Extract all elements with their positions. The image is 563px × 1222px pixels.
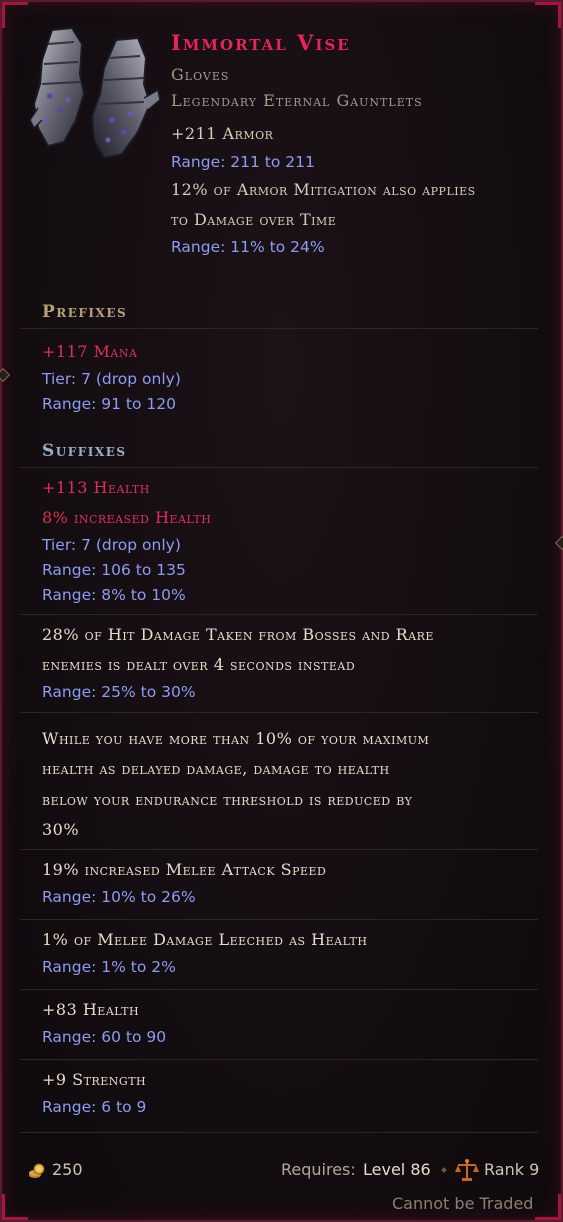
divider [20, 614, 538, 615]
legendary-mod-text: health as delayed damage, damage to heal… [42, 759, 390, 778]
requires-label: Requires: [281, 1160, 356, 1179]
frame-gem-icon [554, 535, 563, 551]
gold-coin-icon [29, 1163, 45, 1178]
legendary-mod-range: Range: 10% to 26% [42, 888, 196, 906]
item-rarity-base: Legendary Eternal Gauntlets [171, 91, 423, 110]
divider [20, 328, 538, 329]
item-tooltip: Immortal Vise Gloves Legendary Eternal G… [0, 0, 563, 1222]
frame-gem-icon [0, 367, 11, 383]
legendary-mod-range: Range: 6 to 9 [42, 1098, 147, 1116]
prefix-affix: +117 Mana [42, 342, 138, 361]
implicit-range: Range: 211 to 211 [171, 153, 315, 171]
trade-status: Cannot be Traded [392, 1194, 534, 1213]
divider [20, 989, 538, 990]
legendary-mod-text: 19% increased Melee Attack Speed [42, 860, 327, 879]
legendary-mod-range: Range: 25% to 30% [42, 683, 196, 701]
implicit-armor: +211 Armor [171, 124, 274, 143]
legendary-mod-text: 28% of Hit Damage Taken from Bosses and … [42, 625, 434, 644]
frame-corner [2, 1217, 28, 1220]
frame-corner [2, 2, 28, 5]
divider [20, 712, 538, 713]
item-subtype: Gloves [171, 65, 230, 84]
implicit-range: Range: 11% to 24% [171, 238, 325, 256]
requires-level: Level 86 [363, 1160, 431, 1179]
affix-range: Range: 106 to 135 [42, 561, 186, 579]
implicit-mitigation: 12% of Armor Mitigation also applies [171, 180, 476, 199]
gauntlets-item-icon [29, 26, 161, 160]
divider [20, 1059, 538, 1060]
suffix-affix-line1: +113 Health [42, 478, 150, 497]
legendary-mod-text: +9 Strength [42, 1070, 147, 1089]
legendary-mod-text: 30% [42, 820, 80, 839]
affix-tier: Tier: 7 (drop only) [42, 370, 181, 388]
divider [20, 1132, 538, 1133]
legendary-mod-text: While you have more than 10% of your max… [42, 729, 430, 748]
affix-tier: Tier: 7 (drop only) [42, 536, 181, 554]
affix-range: Range: 91 to 120 [42, 395, 176, 413]
frame-corner [558, 1194, 561, 1220]
suffix-affix-line2: 8% increased Health [42, 508, 212, 527]
legendary-mod-range: Range: 60 to 90 [42, 1028, 167, 1046]
divider [20, 849, 538, 850]
frame-corner [2, 2, 5, 28]
scales-rank-icon [455, 1159, 479, 1181]
frame-corner [2, 1194, 5, 1220]
legendary-mod-text: below your endurance threshold is reduce… [42, 790, 413, 809]
affix-range: Range: 8% to 10% [42, 586, 186, 604]
divider [20, 467, 538, 468]
implicit-mitigation-cont: to Damage over Time [171, 210, 337, 229]
divider [20, 919, 538, 920]
legendary-mod-text: +83 Health [42, 1000, 140, 1019]
item-name: Immortal Vise [171, 30, 351, 55]
gold-value: 250 [52, 1160, 83, 1179]
legendary-mod-text: 1% of Melee Damage Leeched as Health [42, 930, 368, 949]
legendary-mod-text: enemies is dealt over 4 seconds instead [42, 655, 356, 674]
separator-dot [441, 1167, 447, 1173]
suffixes-header: Suffixes [42, 441, 127, 461]
legendary-mod-range: Range: 1% to 2% [42, 958, 176, 976]
prefixes-header: Prefixes [42, 302, 128, 322]
frame-corner [558, 2, 561, 28]
rank-value: Rank 9 [484, 1160, 540, 1179]
